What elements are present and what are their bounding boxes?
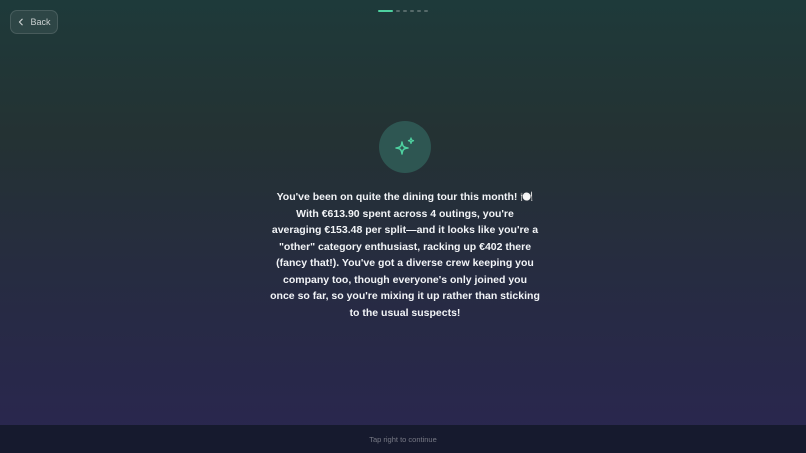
- progress-segment: [403, 10, 407, 12]
- back-label: Back: [30, 17, 51, 27]
- progress-segment: [378, 10, 393, 12]
- progress-segment: [396, 10, 400, 12]
- sparkles-badge: [379, 121, 431, 173]
- progress-segment: [424, 10, 428, 12]
- monthly-summary-text: You've been on quite the dining tour thi…: [270, 191, 540, 319]
- back-button[interactable]: Back: [10, 10, 58, 34]
- chevron-left-icon: [19, 18, 24, 26]
- progress-segment: [410, 10, 414, 12]
- footer-bar[interactable]: Tap right to continue: [0, 425, 806, 453]
- continue-hint: Tap right to continue: [369, 434, 437, 444]
- story-progress: [378, 10, 428, 12]
- sparkles-icon: [395, 137, 415, 155]
- progress-segment: [417, 10, 421, 12]
